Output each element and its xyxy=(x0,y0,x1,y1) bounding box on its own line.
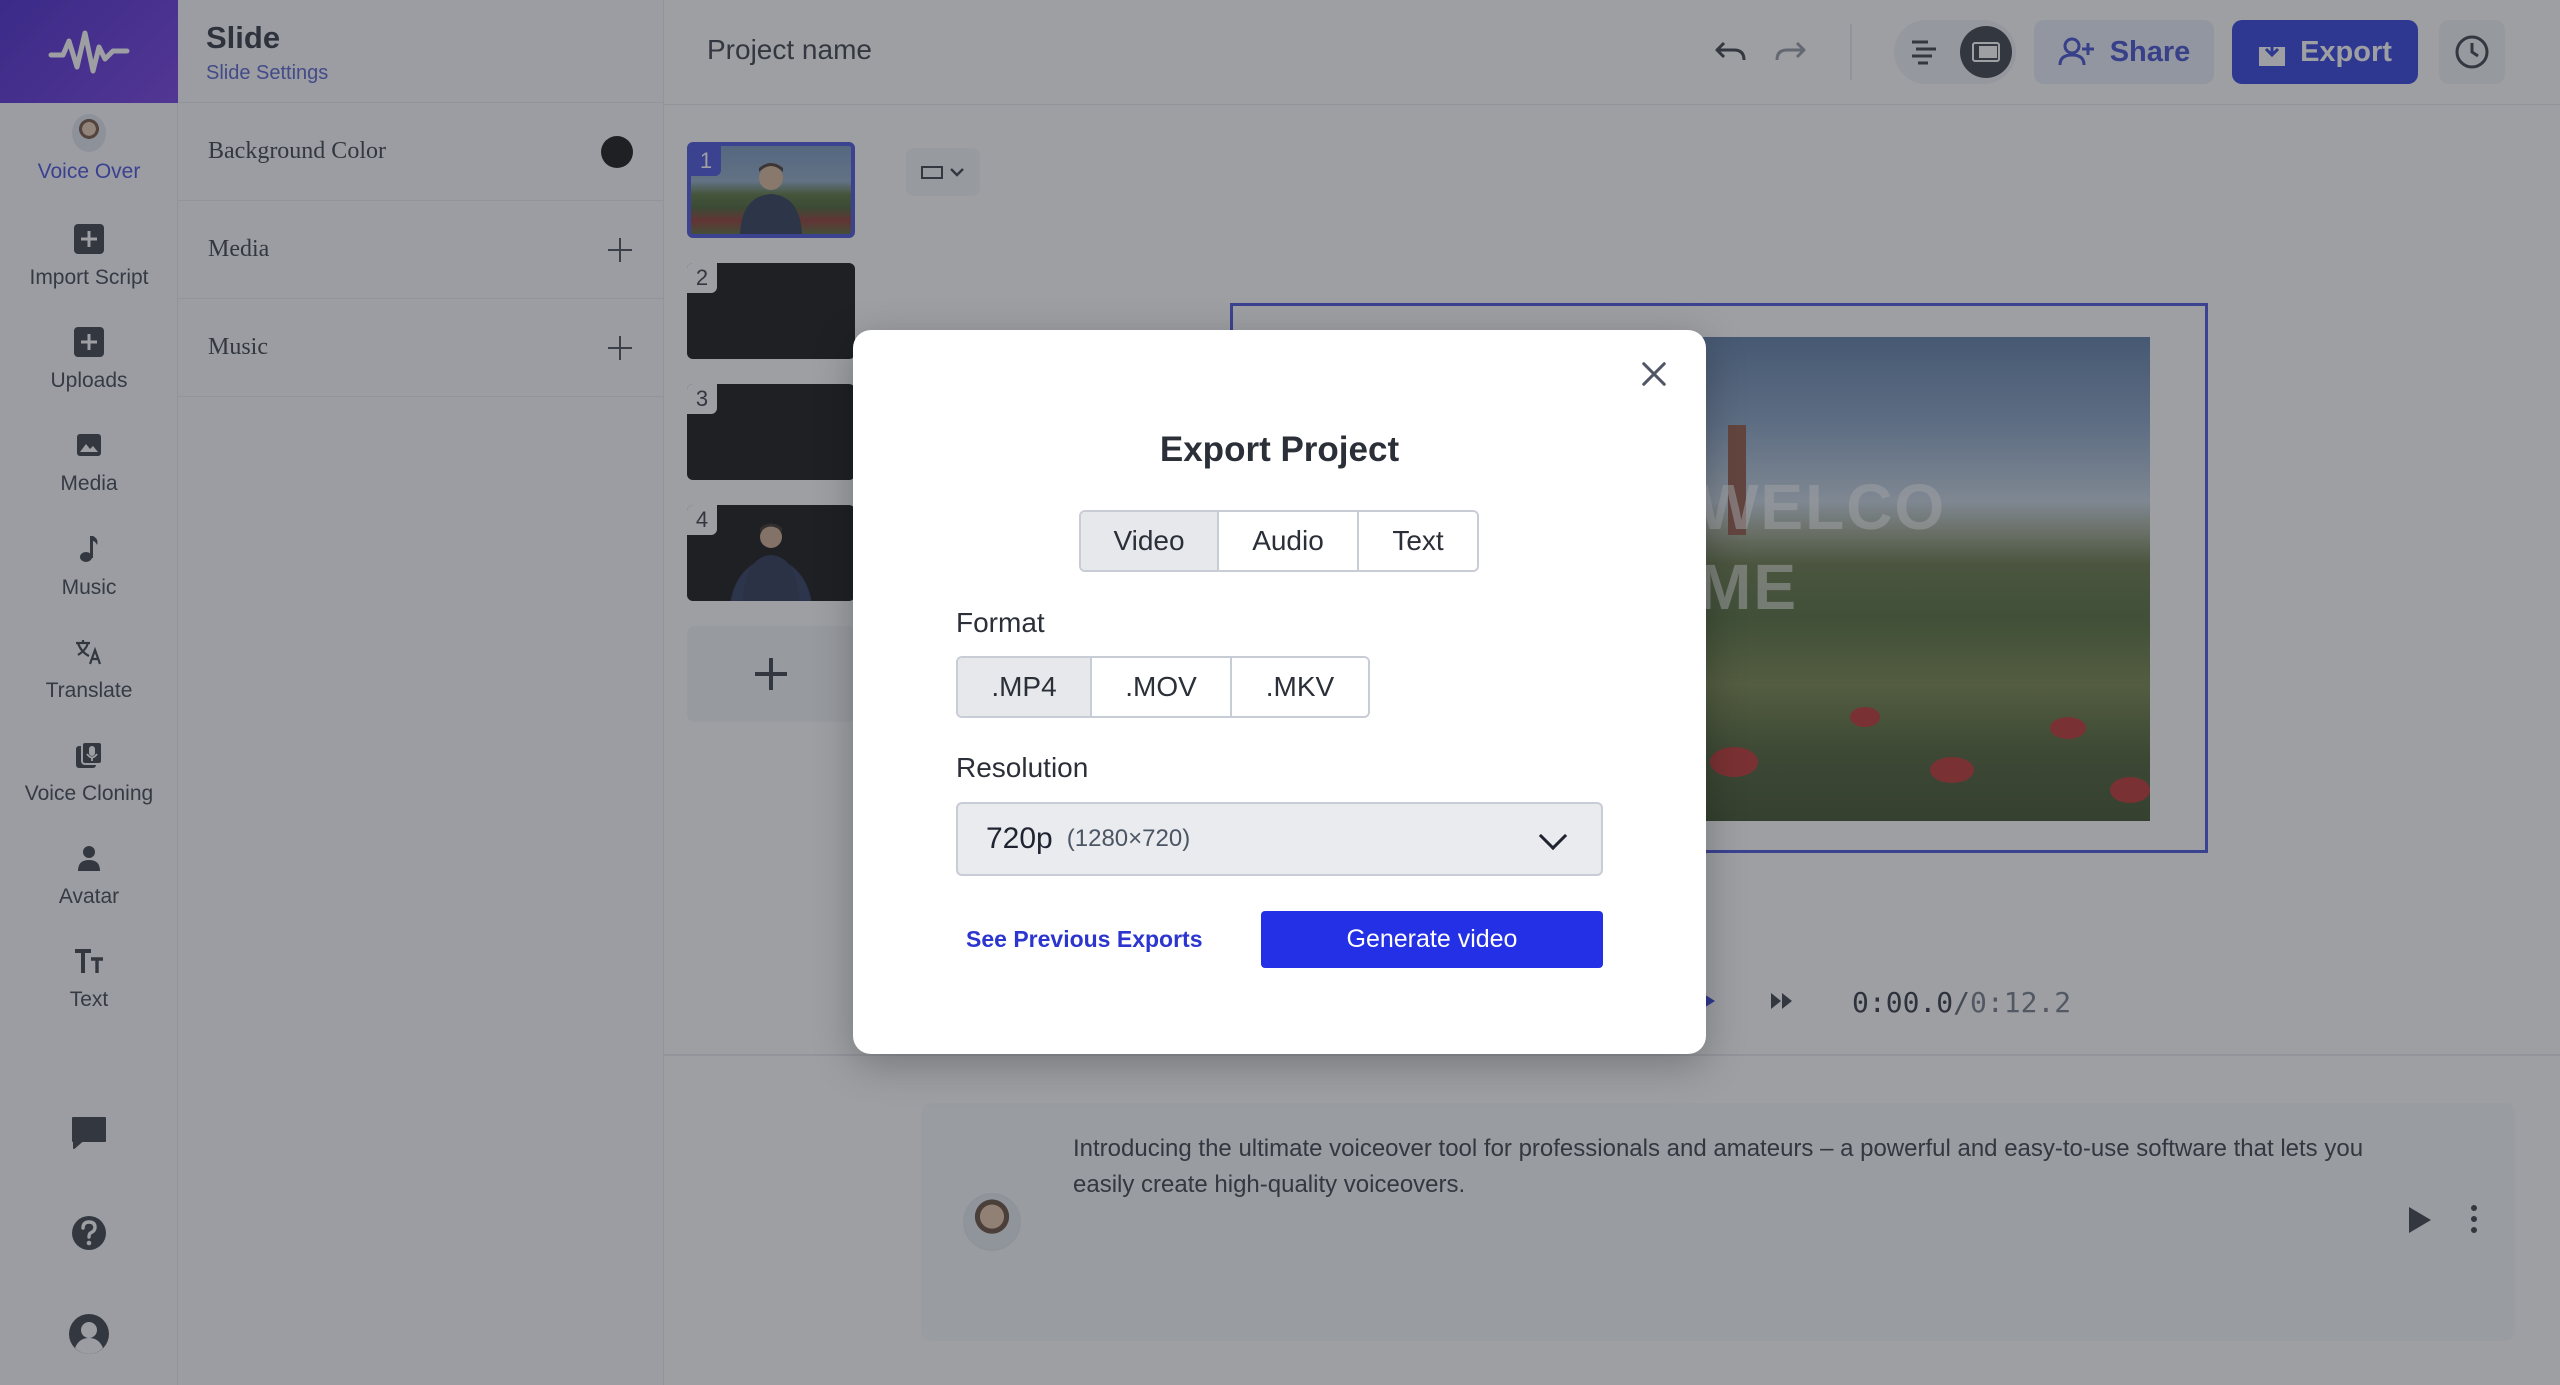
resolution-select[interactable]: 720p (1280×720) xyxy=(956,802,1603,876)
resolution-value: 720p xyxy=(986,822,1053,855)
tab-text[interactable]: Text xyxy=(1359,512,1477,570)
tab-audio[interactable]: Audio xyxy=(1219,512,1359,570)
format-options: .MP4 .MOV .MKV xyxy=(956,656,1370,718)
resolution-label: Resolution xyxy=(956,752,1089,783)
format-mkv-option[interactable]: .MKV xyxy=(1232,658,1368,716)
generate-video-button[interactable]: Generate video xyxy=(1261,911,1603,968)
format-mov-option[interactable]: .MOV xyxy=(1092,658,1232,716)
export-project-dialog: Export Project Video Audio Text Format .… xyxy=(853,330,1706,1054)
tab-video[interactable]: Video xyxy=(1081,512,1219,570)
see-previous-exports-link[interactable]: See Previous Exports xyxy=(966,926,1203,953)
chevron-down-icon xyxy=(1538,821,1568,851)
close-icon[interactable] xyxy=(1632,352,1676,396)
dialog-title: Export Project xyxy=(1159,430,1400,469)
format-mp4-option[interactable]: .MP4 xyxy=(958,658,1092,716)
resolution-detail: (1280×720) xyxy=(1066,825,1191,852)
format-label: Format xyxy=(956,607,1045,638)
export-type-tabs: Video Audio Text xyxy=(1079,510,1479,572)
